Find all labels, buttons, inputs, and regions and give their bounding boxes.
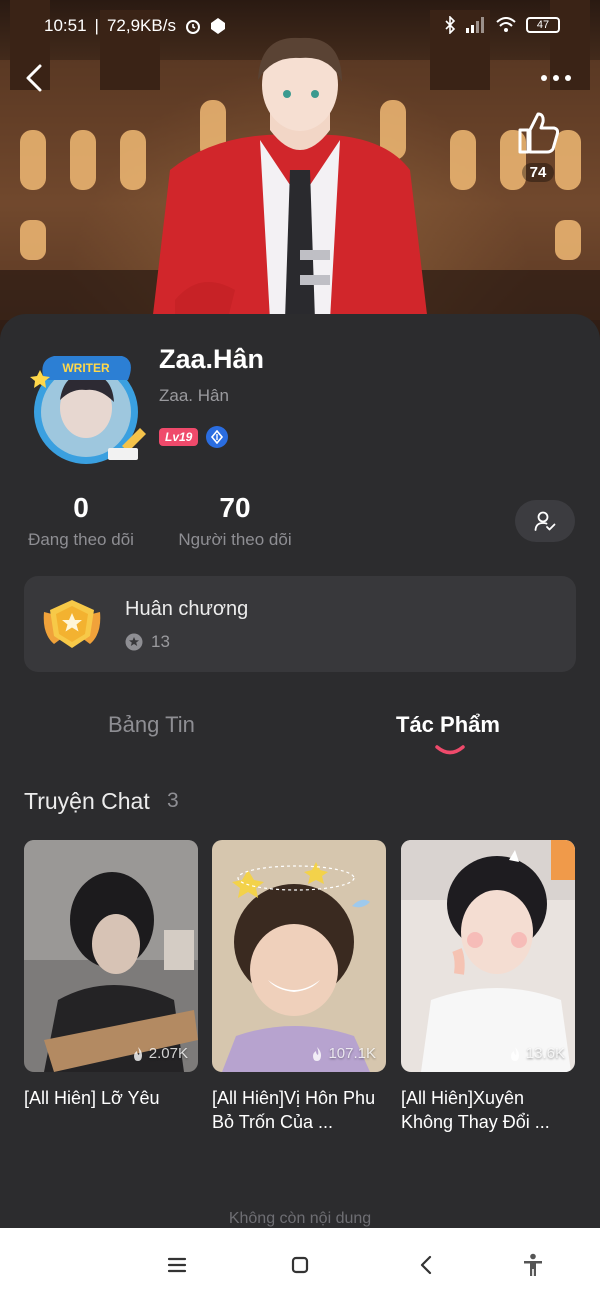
like-button[interactable]: 74 (512, 112, 564, 182)
end-of-content-text: Không còn nội dung (228, 1210, 372, 1227)
story-card[interactable]: 107.1K [All Hiên]Vị Hôn Phu Bỏ Trốn Của … (212, 840, 386, 1134)
nav-back-icon[interactable] (414, 1252, 440, 1278)
menu-icon[interactable] (164, 1252, 190, 1278)
story-views: 13.6K (508, 1045, 565, 1062)
story-cover: 13.6K (401, 840, 575, 1072)
story-title: [All Hiên]Vị Hôn Phu Bỏ Trốn Của ... (212, 1088, 376, 1132)
battery-indicator: 47 (526, 17, 560, 33)
badge-row: Lv19 (159, 426, 229, 448)
bluetooth-icon (445, 16, 456, 34)
home-square-icon[interactable] (287, 1252, 313, 1278)
followers-count: 70 (219, 492, 251, 523)
back-arrow-icon[interactable] (20, 62, 52, 94)
avatar[interactable]: WRITER (24, 350, 152, 468)
following-label: Đang theo dõi (28, 530, 134, 549)
medal-card[interactable]: Huân chương 13 (24, 576, 576, 672)
banner-illustration (0, 0, 600, 340)
profile-card: WRITER Zaa.Hân Zaa. Hân Lv19 0 Đang theo… (0, 314, 600, 1228)
status-speed: 72,9KB/s (106, 16, 176, 35)
profile-banner: 10:51 | 72,9KB/s 47 74 (0, 0, 600, 340)
story-card[interactable]: 13.6K [All Hiên]Xuyên Không Thay Đổi ... (401, 840, 575, 1134)
star-circle-icon (125, 633, 143, 651)
followers-stat[interactable]: 70 Người theo dõi (174, 492, 296, 550)
follow-button[interactable] (515, 500, 575, 542)
story-views: 2.07K (131, 1045, 188, 1062)
following-stat[interactable]: 0 Đang theo dõi (24, 492, 138, 550)
notification-icon (210, 18, 225, 34)
story-cover-image (212, 840, 386, 1072)
fire-icon (313, 1046, 322, 1061)
story-cover: 2.07K (24, 840, 198, 1072)
profile-subname: Zaa. Hân (159, 386, 229, 405)
like-count: 74 (521, 163, 555, 182)
medal-title: Huân chương (125, 598, 249, 620)
following-count: 0 (73, 492, 89, 523)
system-navigation-bar (0, 1228, 600, 1300)
accessibility-icon[interactable] (520, 1252, 546, 1278)
level-badge[interactable]: Lv19 (159, 428, 199, 446)
medal-icon (43, 600, 101, 648)
status-time: 10:51 (44, 16, 87, 35)
tab-works[interactable]: Tác Phẩm (396, 712, 500, 738)
user-check-icon (534, 511, 556, 531)
thumbs-up-icon (518, 112, 560, 154)
fire-icon (510, 1046, 519, 1061)
tab-feed[interactable]: Bảng Tin (108, 712, 195, 738)
alarm-icon (185, 20, 200, 34)
avatar-frame-label: WRITER (62, 361, 110, 375)
section-count: 3 (167, 789, 179, 812)
story-title: [All Hiên]Xuyên Không Thay Đổi ... (401, 1088, 550, 1132)
medal-count-row: 13 (125, 632, 170, 652)
profile-name: Zaa.Hân (159, 344, 265, 374)
more-options-icon[interactable] (538, 66, 574, 90)
story-cover: 107.1K (212, 840, 386, 1072)
story-views: 107.1K (310, 1045, 376, 1062)
story-cover-image (401, 840, 575, 1072)
fire-icon (133, 1046, 142, 1061)
diamond-badge-icon[interactable] (206, 426, 229, 448)
story-title: [All Hiên] Lỡ Yêu (24, 1088, 160, 1108)
followers-label: Người theo dõi (178, 530, 292, 549)
story-cover-image (24, 840, 198, 1072)
medal-count: 13 (151, 632, 170, 651)
active-tab-indicator (435, 745, 465, 755)
wifi-icon (496, 17, 516, 32)
signal-icon (466, 17, 484, 33)
section-title: Truyện Chat (24, 788, 150, 814)
story-card[interactable]: 2.07K [All Hiên] Lỡ Yêu (24, 840, 198, 1110)
avatar-frame: WRITER (30, 356, 146, 464)
status-bar: 10:51 | 72,9KB/s 47 (0, 14, 600, 42)
